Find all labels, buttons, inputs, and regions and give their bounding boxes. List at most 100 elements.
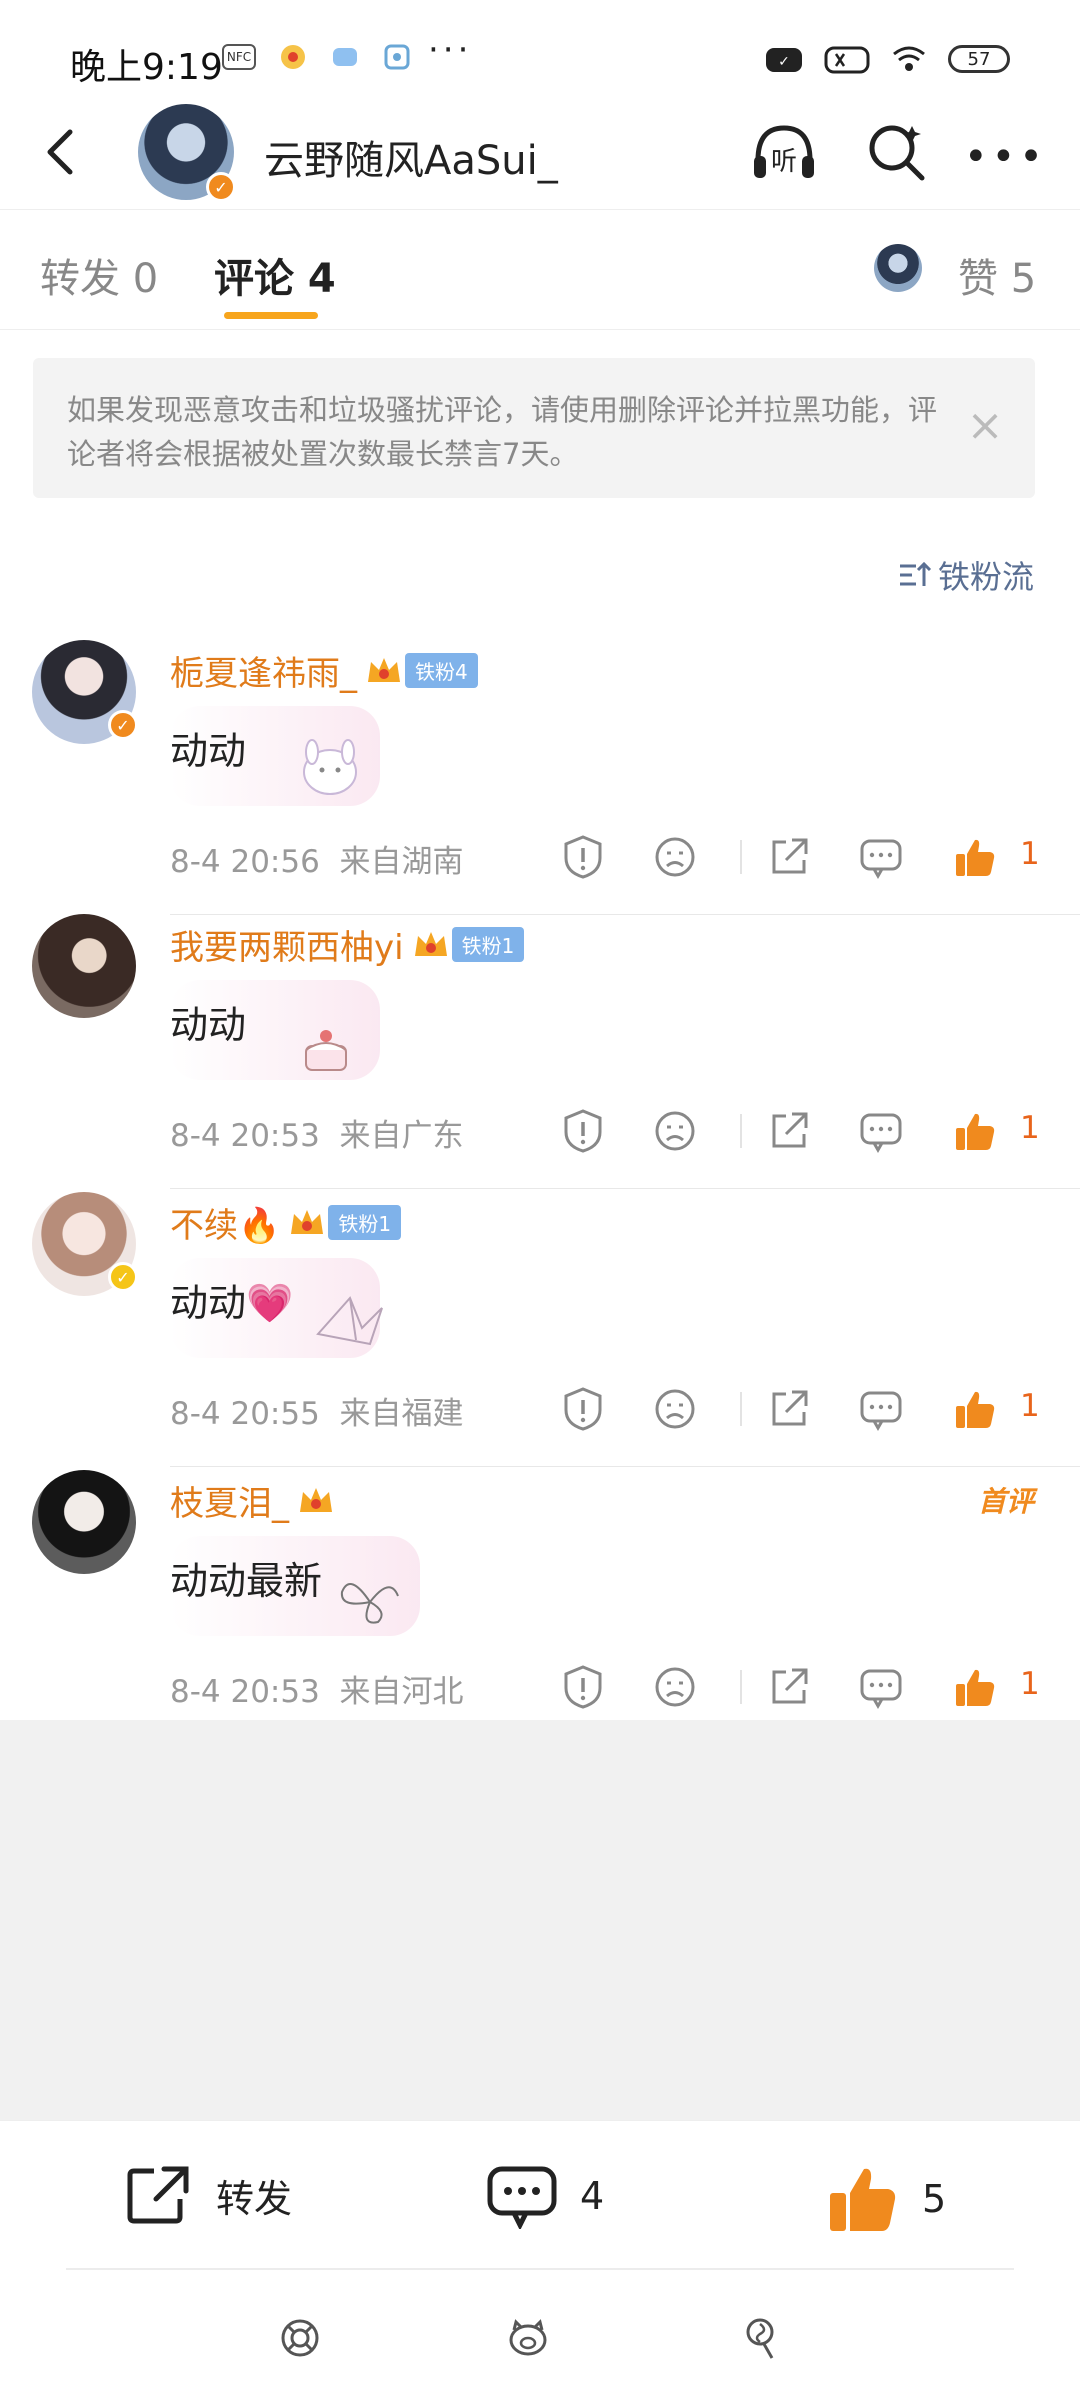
pig-nav-icon[interactable] xyxy=(506,2316,550,2360)
crown-icon xyxy=(414,931,447,956)
comment-divider xyxy=(170,914,1080,915)
reply-comment-icon[interactable] xyxy=(858,1664,904,1710)
dislike-face-icon[interactable] xyxy=(652,1664,698,1710)
lifebuoy-nav-icon[interactable] xyxy=(278,2316,322,2360)
dislike-face-icon[interactable] xyxy=(652,1108,698,1154)
signal-icon: ✓ xyxy=(766,48,802,72)
battery-indicator: 57 xyxy=(948,45,1010,73)
tab-repost[interactable]: 转发 0 xyxy=(40,246,158,304)
commenter-name[interactable]: 不续🔥 xyxy=(170,1198,280,1247)
share-icon[interactable] xyxy=(766,1386,812,1432)
back-arrow-icon[interactable] xyxy=(32,122,92,182)
status-left-icons: NFC xyxy=(222,42,412,72)
share-icon[interactable] xyxy=(766,1108,812,1154)
svg-text:听: 听 xyxy=(771,147,797,177)
report-shield-icon[interactable] xyxy=(560,1386,606,1432)
comment-button[interactable]: 4 xyxy=(486,2163,604,2229)
commenter-avatar[interactable]: ✓ xyxy=(32,1192,138,1296)
status-bar: 晚上9:19 NFC ··· ✓ 57 xyxy=(0,0,1080,110)
repost-label: 转发 xyxy=(216,2176,293,2221)
action-divider xyxy=(740,1114,742,1148)
dislike-face-icon[interactable] xyxy=(652,1386,698,1432)
like-thumb-icon[interactable] xyxy=(952,1108,998,1154)
paper-crane-sticker-icon xyxy=(316,1296,383,1346)
dislike-face-icon[interactable] xyxy=(652,834,698,880)
commenter-name[interactable]: 枝夏泪_ xyxy=(170,1476,289,1525)
reply-comment-icon[interactable] xyxy=(858,1386,904,1432)
tab-like[interactable]: 赞 5 xyxy=(958,246,1036,304)
report-shield-icon[interactable] xyxy=(560,834,606,880)
commenter-avatar[interactable] xyxy=(32,914,136,1018)
commenter-name[interactable]: 栀夏逢祎雨_ xyxy=(170,646,357,695)
close-icon[interactable]: × xyxy=(965,404,1005,448)
commenter-name[interactable]: 我要两颗西柚yi xyxy=(170,920,404,969)
comment-divider xyxy=(170,1466,1080,1467)
like-thumb-icon[interactable] xyxy=(952,1664,998,1710)
lollipop-nav-icon[interactable] xyxy=(740,2316,784,2360)
sort-toggle[interactable]: 铁粉流 xyxy=(898,552,1034,598)
share-icon[interactable] xyxy=(766,1664,812,1710)
comment-location: 来自湖南 xyxy=(339,844,464,880)
status-right-icons: ✓ 57 xyxy=(764,42,1010,76)
bunny-sticker-icon xyxy=(303,739,357,795)
tab-comment[interactable]: 评论 4 xyxy=(214,246,336,304)
repost-button[interactable]: 转发 xyxy=(124,2163,292,2227)
author-name[interactable]: 云野随风AaSui_ xyxy=(264,128,558,186)
repost-icon xyxy=(127,2166,189,2224)
verified-badge-icon: ✓ xyxy=(108,710,138,740)
first-comment-badge: 首评 xyxy=(977,1485,1034,1518)
comment-actions: 1 xyxy=(560,1386,1050,1436)
like-count: 1 xyxy=(1020,1666,1040,1702)
butterfly-sticker-icon xyxy=(340,1583,399,1624)
crown-icon xyxy=(291,1209,324,1234)
share-icon[interactable] xyxy=(766,834,812,880)
action-divider xyxy=(740,1670,742,1704)
comment-actions: 1 xyxy=(560,834,1050,884)
reply-comment-icon[interactable] xyxy=(858,834,904,880)
commenter-avatar[interactable]: ✓ xyxy=(32,640,138,744)
system-nav-bar xyxy=(0,2270,1080,2400)
like-thumb-icon[interactable] xyxy=(952,834,998,880)
cake-sticker-icon xyxy=(305,1030,347,1071)
svg-text:✓: ✓ xyxy=(778,54,790,70)
like-button[interactable]: 5 xyxy=(826,2163,946,2235)
crown-icon xyxy=(300,1487,332,1512)
bottom-action-bar: 转发 4 5 xyxy=(0,2120,1080,2270)
liker-avatar xyxy=(874,244,922,292)
like-count-total: 5 xyxy=(922,2177,947,2221)
comment-text: 动动最新 xyxy=(170,1559,323,1603)
comment-time: 8-4 20:53 xyxy=(170,1118,320,1154)
map-app-icon xyxy=(384,44,410,70)
listen-headphone-icon[interactable]: 听 xyxy=(748,118,820,190)
comment-count: 4 xyxy=(580,2174,605,2218)
like-count: 1 xyxy=(1020,1388,1040,1424)
comment-time: 8-4 20:53 xyxy=(170,1674,320,1710)
status-more-dots: ··· xyxy=(428,30,473,70)
comment-actions: 1 xyxy=(560,1108,1050,1158)
weibo-app-icon xyxy=(281,45,305,69)
reply-comment-icon[interactable] xyxy=(858,1108,904,1154)
commenter-avatar[interactable] xyxy=(32,1470,136,1574)
like-thumb-icon[interactable] xyxy=(952,1386,998,1432)
more-options-icon[interactable]: ••• xyxy=(964,134,1047,180)
tab-bar: 转发 0 评论 4 赞 5 xyxy=(0,212,1080,330)
status-time: 晚上9:19 xyxy=(70,47,223,88)
sort-icon xyxy=(899,561,932,586)
comment-actions: 1 xyxy=(560,1664,1050,1714)
search-icon[interactable] xyxy=(862,118,930,186)
header: ✓ 云野随风AaSui_ 听 ••• xyxy=(0,100,1080,210)
comment-time: 8-4 20:55 xyxy=(170,1396,320,1432)
sort-label: 铁粉流 xyxy=(937,558,1034,596)
like-count: 1 xyxy=(1020,836,1040,872)
comment-text: 动动 xyxy=(170,1003,247,1047)
report-shield-icon[interactable] xyxy=(560,1664,606,1710)
like-thumb-large-icon xyxy=(830,2168,896,2231)
fan-level-badge: 铁粉1 xyxy=(451,927,525,962)
report-shield-icon[interactable] xyxy=(560,1108,606,1154)
crown-icon xyxy=(368,657,400,682)
comment-meta: 8-4 20:55 来自福建 xyxy=(170,1388,464,1433)
like-count: 1 xyxy=(1020,1110,1040,1146)
comment-meta: 8-4 20:53 来自河北 xyxy=(170,1666,464,1711)
commenter-name-row: 不续🔥 铁粉1 xyxy=(170,1198,402,1247)
author-avatar[interactable]: ✓ xyxy=(138,104,236,202)
